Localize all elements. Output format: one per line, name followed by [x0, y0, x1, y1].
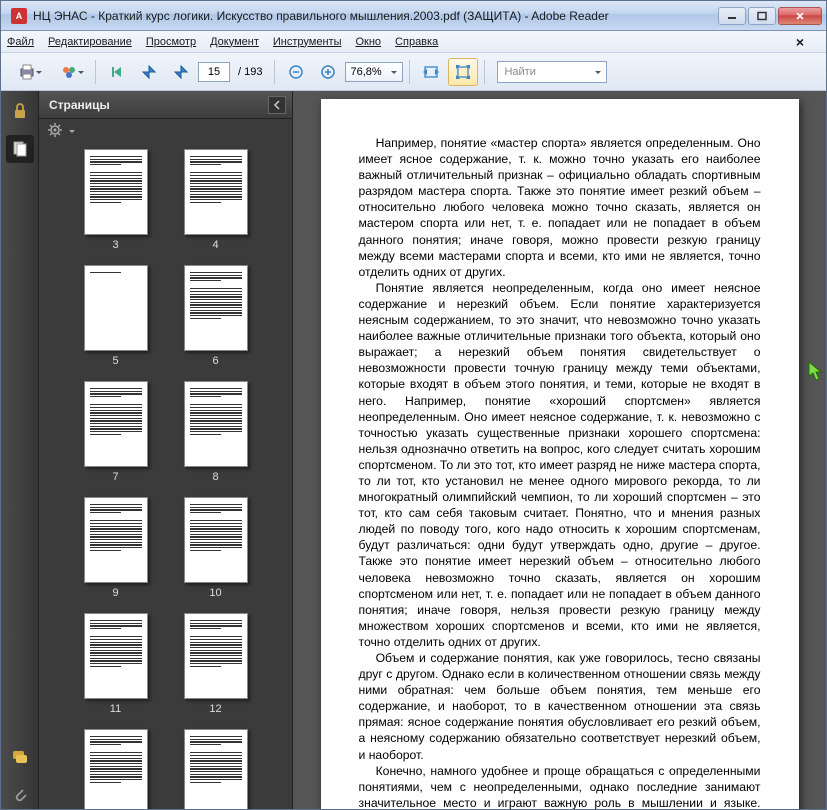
menu-window[interactable]: Окно [355, 36, 381, 48]
page-total: / 193 [238, 66, 262, 78]
thumbnail-number: 12 [209, 703, 221, 715]
zoom-out-button[interactable] [281, 58, 311, 86]
thumbnail-number: 3 [112, 239, 118, 251]
menu-close-doc[interactable]: × [796, 34, 804, 50]
maximize-button[interactable] [748, 7, 776, 25]
toolbar: / 193 76,8% Найти [1, 53, 826, 91]
menu-view[interactable]: Просмотр [146, 36, 196, 48]
fit-page-button[interactable] [448, 58, 478, 86]
collapse-panel-button[interactable] [268, 96, 286, 114]
attachments-icon[interactable] [6, 781, 34, 809]
panel-title: Страницы [49, 98, 110, 112]
zoom-in-button[interactable] [313, 58, 343, 86]
thumbnail[interactable] [184, 265, 248, 351]
minimize-button[interactable] [718, 7, 746, 25]
thumbnail[interactable] [184, 381, 248, 467]
window-title: НЦ ЭНАС - Краткий курс логики. Искусство… [33, 9, 718, 23]
search-input[interactable]: Найти [497, 61, 607, 83]
separator [274, 60, 275, 84]
paragraph: Понятие является неопределенным, когда о… [359, 280, 761, 650]
next-page-button[interactable] [166, 58, 196, 86]
body-area: Страницы 345678910111213141516 Например,… [1, 91, 826, 809]
menu-document[interactable]: Документ [210, 36, 259, 48]
thumbnail-number: 7 [112, 471, 118, 483]
thumbnail[interactable] [184, 729, 248, 809]
print-button[interactable] [7, 58, 47, 86]
menu-help[interactable]: Справка [395, 36, 438, 48]
thumbnail[interactable] [84, 729, 148, 809]
comments-icon[interactable] [6, 743, 34, 771]
thumbnail-number: 9 [112, 587, 118, 599]
thumbnail-number: 11 [110, 703, 121, 715]
thumbnail-number: 8 [212, 471, 218, 483]
prev-page-button[interactable] [134, 58, 164, 86]
menu-edit[interactable]: Редактирование [48, 36, 132, 48]
thumbnail[interactable] [184, 613, 248, 699]
thumbnail-number: 6 [212, 355, 218, 367]
thumbnail[interactable] [84, 149, 148, 235]
close-button[interactable] [778, 7, 822, 25]
nav-rail [1, 91, 39, 809]
app-window: A НЦ ЭНАС - Краткий курс логики. Искусст… [0, 0, 827, 810]
page-number-input[interactable] [198, 62, 230, 82]
lock-icon[interactable] [6, 97, 34, 125]
thumbnail[interactable] [84, 265, 148, 351]
app-icon: A [11, 8, 27, 24]
paragraph: Например, понятие «мастер спорта» являет… [359, 135, 761, 280]
zoom-select[interactable]: 76,8% [345, 62, 403, 82]
menubar: Файл Редактирование Просмотр Документ Ин… [1, 31, 826, 53]
thumbnail-number: 10 [209, 587, 221, 599]
separator [409, 60, 410, 84]
document-viewport[interactable]: Например, понятие «мастер спорта» являет… [293, 91, 826, 809]
panel-options-button[interactable] [47, 122, 67, 142]
document-page: Например, понятие «мастер спорта» являет… [321, 99, 799, 809]
pages-panel-button[interactable] [6, 135, 34, 163]
separator [95, 60, 96, 84]
separator [484, 60, 485, 84]
thumbnail[interactable] [84, 613, 148, 699]
paragraph: Объем и содержание понятия, как уже гово… [359, 650, 761, 763]
thumbnail-number: 4 [212, 239, 218, 251]
pages-panel: Страницы 345678910111213141516 [39, 91, 293, 809]
thumbnails-list[interactable]: 345678910111213141516 [39, 145, 292, 809]
thumbnail[interactable] [84, 381, 148, 467]
first-page-button[interactable] [102, 58, 132, 86]
panel-header: Страницы [39, 91, 292, 119]
menu-file[interactable]: Файл [7, 36, 34, 48]
fit-width-button[interactable] [416, 58, 446, 86]
paragraph: Конечно, намного удобнее и проще обращат… [359, 763, 761, 809]
menu-tools[interactable]: Инструменты [273, 36, 342, 48]
thumbnail[interactable] [84, 497, 148, 583]
thumbnail[interactable] [184, 497, 248, 583]
thumbnail[interactable] [184, 149, 248, 235]
titlebar[interactable]: A НЦ ЭНАС - Краткий курс логики. Искусст… [1, 1, 826, 31]
thumbnail-number: 5 [112, 355, 118, 367]
panel-toolbar [39, 119, 292, 145]
collab-button[interactable] [49, 58, 89, 86]
